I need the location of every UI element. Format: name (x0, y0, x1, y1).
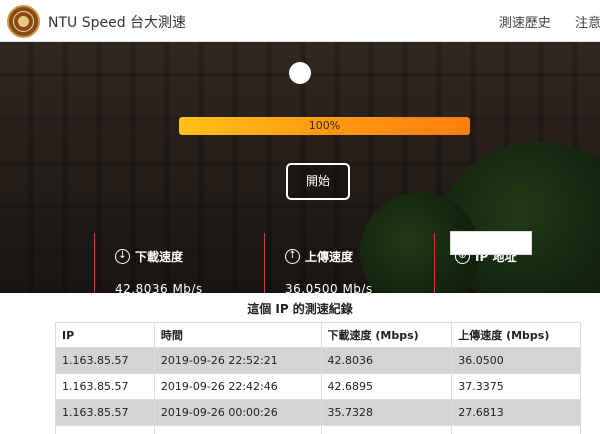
time-cell: 2019-09-26 22:42:46 (153, 373, 322, 400)
table-row: 1.163.85.57 2019-09-26 22:52:21 42.8036 … (55, 347, 581, 374)
records-table: IP 時間 下載速度 (Mbps) 上傳速度 (Mbps) 1.163.85.5… (55, 322, 581, 434)
ip-address-field[interactable] (450, 231, 532, 255)
ip-cell: 1.163.85.57 (55, 399, 155, 426)
table-header-row: IP 時間 下載速度 (Mbps) 上傳速度 (Mbps) (55, 322, 581, 348)
upload-stat: ↑ 上傳速度 36.0500 Mb/s (285, 247, 373, 293)
top-nav: 測速歷史 注意事 (479, 12, 600, 31)
down-arrow-icon: ↓ (115, 248, 130, 264)
progress-label: 100% (308, 119, 341, 132)
upload-cell: 36.0500 (451, 347, 581, 374)
download-cell: 42.6895 (320, 373, 453, 400)
column-header: 時間 (153, 322, 322, 348)
records-section: 這個 IP 的測速紀錄 IP 時間 下載速度 (Mbps) 上傳速度 (Mbps… (0, 293, 600, 434)
upload-value: 36.0500 Mb/s (285, 282, 373, 293)
top-header: NTU Speed 台大測速 測速歷史 注意事 (0, 0, 600, 42)
time-cell (153, 425, 322, 434)
brand-title[interactable]: NTU Speed 台大測速 (48, 12, 186, 32)
column-header: 上傳速度 (Mbps) (451, 322, 581, 348)
records-title: 這個 IP 的測速紀錄 (247, 302, 353, 316)
time-cell: 2019-09-26 00:00:26 (153, 399, 322, 426)
start-button[interactable]: 開始 (286, 163, 350, 200)
download-value: 42.8036 Mb/s (115, 282, 203, 293)
divider-download (94, 233, 95, 293)
table-row (55, 425, 581, 434)
table-row: 1.163.85.57 2019-09-26 22:42:46 42.6895 … (55, 373, 581, 400)
column-header: IP (55, 322, 155, 348)
upload-cell: 37.3375 (451, 373, 581, 400)
download-cell (320, 425, 453, 434)
column-header: 下載速度 (Mbps) (320, 322, 453, 348)
upload-label: 上傳速度 (305, 249, 354, 264)
ip-cell: 1.163.85.57 (55, 373, 155, 400)
time-cell: 2019-09-26 22:52:21 (153, 347, 322, 374)
divider-upload (264, 233, 265, 293)
up-arrow-icon: ↑ (285, 248, 300, 264)
table-row: 1.163.85.57 2019-09-26 00:00:26 35.7328 … (55, 399, 581, 426)
download-stat: ↓ 下載速度 42.8036 Mb/s (115, 247, 203, 293)
download-cell: 42.8036 (320, 347, 453, 374)
download-cell: 35.7328 (320, 399, 453, 426)
progress-bar: 100% (179, 117, 470, 135)
nav-history-link[interactable]: 測速歷史 (499, 16, 551, 31)
ip-cell (55, 425, 155, 434)
logo-core (18, 16, 29, 27)
divider-ip (434, 233, 435, 293)
upload-cell (451, 425, 581, 434)
download-label: 下載速度 (135, 249, 184, 264)
ip-cell: 1.163.85.57 (55, 347, 155, 374)
hero-background: 100% 開始 ↓ 下載速度 42.8036 Mb/s ↑ 上傳速度 36.05… (0, 42, 600, 293)
ntu-logo[interactable] (7, 5, 40, 38)
upload-cell: 27.6813 (451, 399, 581, 426)
scroll-knob (289, 62, 311, 84)
nav-notice-link[interactable]: 注意事 (575, 16, 600, 31)
